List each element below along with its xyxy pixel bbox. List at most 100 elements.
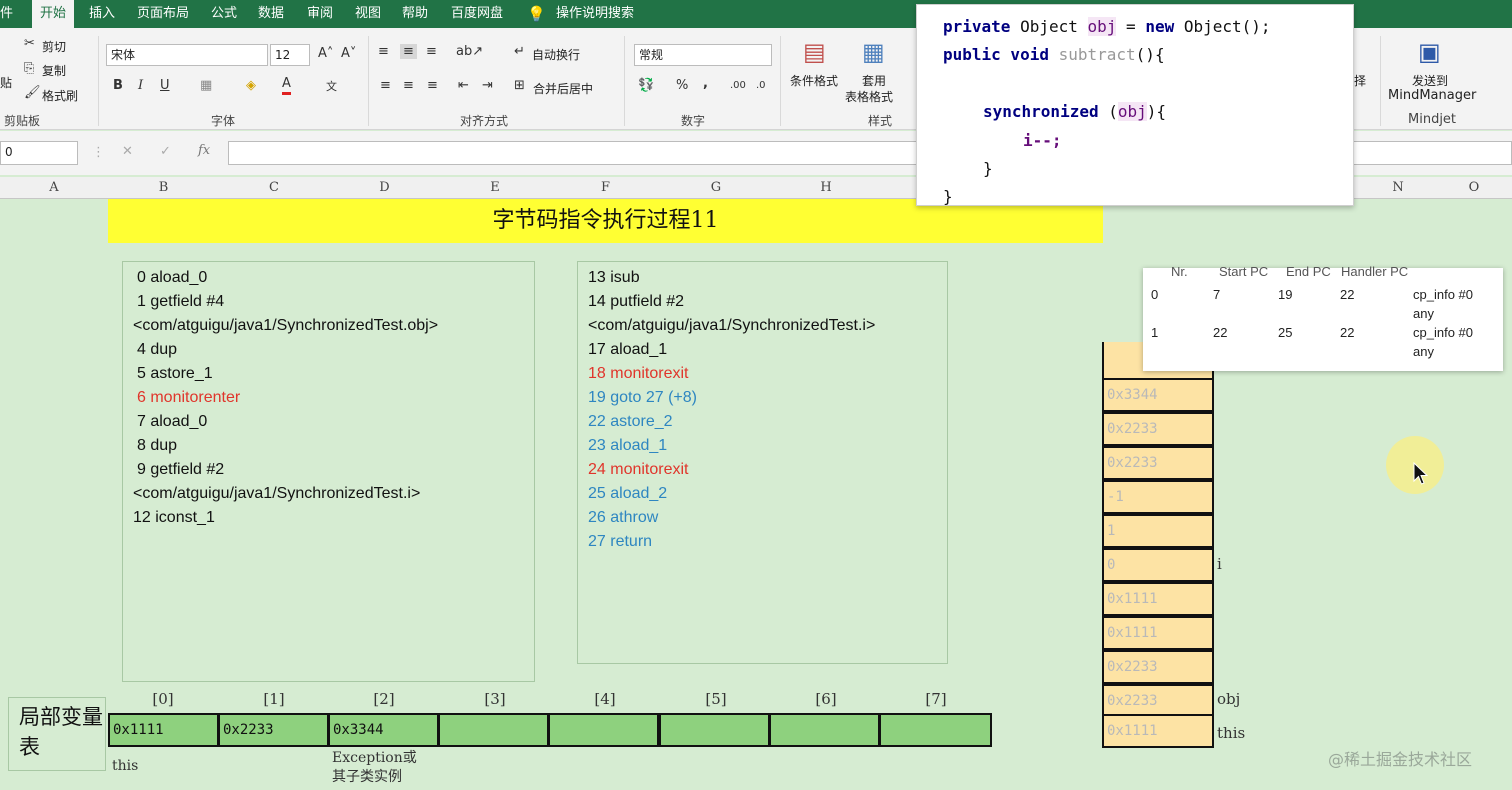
shrink-font-icon[interactable]: A˅ (341, 46, 356, 61)
percent-button[interactable]: % (676, 78, 688, 93)
number-format-select[interactable]: 常规 (634, 44, 772, 66)
cut-button[interactable]: 剪切 (42, 38, 66, 55)
insert-function-button[interactable]: fx (198, 143, 210, 158)
send-to-line1[interactable]: 发送到 (1412, 72, 1448, 89)
column-header-a[interactable]: A (0, 177, 108, 199)
exception-table-panel: Nr. Start PC End PC Handler PC 0 7 19 22… (1143, 264, 1503, 371)
column-header-b[interactable]: B (108, 177, 219, 199)
fill-color-icon[interactable]: ◈ (246, 78, 256, 93)
stack-cell: 0x2233 (1102, 684, 1214, 718)
code-token: obj (1087, 17, 1117, 36)
select-button-partial[interactable]: 择 (1354, 72, 1366, 89)
column-header-e[interactable]: E (440, 177, 550, 199)
align-center-icon[interactable]: ≡ (403, 78, 414, 93)
exception-cell: 25 (1278, 325, 1293, 340)
conditional-format-button[interactable]: 条件格式 (790, 72, 838, 89)
table-format-line1[interactable]: 套用 (862, 72, 886, 89)
format-painter-button[interactable]: 格式刷 (42, 87, 78, 104)
number-group-label: 数字 (681, 114, 706, 128)
local-slot-6[interactable] (769, 713, 880, 747)
underline-button[interactable]: U (160, 78, 170, 93)
tab-data[interactable]: 数据 (258, 0, 284, 28)
italic-button[interactable]: I (138, 78, 143, 93)
code-line: synchronized (obj){ (983, 102, 1166, 121)
enter-icon[interactable]: ✓ (160, 144, 171, 159)
font-color-icon[interactable]: A (282, 76, 291, 95)
local-slot-1[interactable]: 0x2233 (218, 713, 329, 747)
tab-insert[interactable]: 插入 (89, 0, 115, 28)
code-line: public void subtract(){ (943, 45, 1165, 64)
local-index: [2] (373, 690, 395, 708)
tab-page-layout[interactable]: 页面布局 (137, 0, 189, 28)
code-token: public void (943, 45, 1049, 64)
font-size-select[interactable]: 12 (270, 44, 310, 66)
local-note-exception-2: 其子类实例 (332, 769, 402, 785)
tell-me-search[interactable]: 操作说明搜索 (556, 0, 634, 28)
local-slot-2[interactable]: 0x3344 (328, 713, 439, 747)
local-slot-3[interactable] (438, 713, 549, 747)
scissors-icon: ✂ (24, 36, 35, 51)
increase-indent-icon[interactable]: ⇥ (482, 78, 493, 93)
divider (780, 36, 781, 126)
instruction: 26 athrow (588, 509, 659, 526)
wrap-text-button[interactable]: 自动换行 (532, 46, 580, 63)
grow-font-icon[interactable]: A˄ (318, 46, 333, 61)
tab-file[interactable]: 件 (0, 0, 13, 28)
tab-baidu-netdisk[interactable]: 百度网盘 (451, 0, 503, 28)
column-header-c[interactable]: C (219, 177, 329, 199)
local-note-exception: Exception或 (332, 750, 417, 766)
tab-review[interactable]: 审阅 (307, 0, 333, 28)
exception-header: End PC (1286, 264, 1331, 279)
comma-button[interactable]: , (703, 76, 708, 91)
tab-help[interactable]: 帮助 (402, 0, 428, 28)
code-token: ){ (1146, 102, 1167, 121)
orientation-icon[interactable]: ab↗ (456, 44, 483, 59)
tab-formulas[interactable]: 公式 (211, 0, 237, 28)
local-index: [3] (484, 690, 506, 708)
column-header-d[interactable]: D (329, 177, 440, 199)
currency-icon[interactable]: 💱 (638, 78, 654, 93)
exception-cell: 7 (1213, 287, 1221, 302)
stack-cell: 0x2233 (1102, 446, 1214, 480)
column-header-f[interactable]: F (550, 177, 661, 199)
column-header-o[interactable]: O (1436, 177, 1512, 199)
align-left-icon[interactable]: ≡ (380, 78, 391, 93)
tab-view[interactable]: 视图 (355, 0, 381, 28)
local-slot-7[interactable] (879, 713, 992, 747)
local-index: [4] (594, 690, 616, 708)
align-right-icon[interactable]: ≡ (427, 78, 438, 93)
bold-button[interactable]: B (113, 78, 123, 93)
stack-cell: 0x3344 (1102, 378, 1214, 412)
name-box[interactable]: 0 (0, 141, 78, 165)
align-top-icon[interactable]: ≡ (378, 44, 389, 59)
phonetic-icon[interactable]: 文 (326, 78, 337, 94)
paste-button[interactable]: 贴 (0, 74, 12, 91)
local-slot-4[interactable] (548, 713, 659, 747)
clipboard-group-label: 剪贴板 (4, 114, 41, 128)
table-format-line2[interactable]: 表格格式 (845, 88, 893, 105)
decrease-indent-icon[interactable]: ⇤ (458, 78, 469, 93)
font-name-select[interactable]: 宋体 (106, 44, 268, 66)
column-header-n[interactable]: N (1360, 177, 1436, 199)
send-to-line2[interactable]: MindManager (1388, 88, 1476, 103)
copy-button[interactable]: 复制 (42, 62, 66, 79)
divider (1380, 36, 1381, 126)
tab-home[interactable]: 开始 (32, 0, 75, 28)
border-icon[interactable]: ▦ (200, 78, 212, 93)
local-slot-5[interactable] (659, 713, 770, 747)
code-token: new (1145, 17, 1175, 36)
column-header-h[interactable]: H (771, 177, 881, 199)
column-header-g[interactable]: G (661, 177, 771, 199)
conditional-format-icon: ▤ (803, 38, 826, 66)
cancel-icon[interactable]: ✕ (122, 144, 133, 159)
number-format-value: 常规 (639, 48, 664, 62)
merge-center-button[interactable]: 合并后居中 (533, 80, 593, 97)
increase-decimal-icon[interactable]: .00 (730, 80, 746, 91)
local-slot-0[interactable]: 0x1111 (108, 713, 219, 747)
lightbulb-icon: 💡 (527, 5, 546, 23)
align-bottom-icon[interactable]: ≡ (426, 44, 437, 59)
align-middle-icon[interactable]: ≡ (400, 44, 417, 59)
instruction: 19 goto 27 (+8) (588, 389, 697, 406)
exception-cell: 22 (1213, 325, 1228, 340)
decrease-decimal-icon[interactable]: .0 (756, 80, 766, 91)
